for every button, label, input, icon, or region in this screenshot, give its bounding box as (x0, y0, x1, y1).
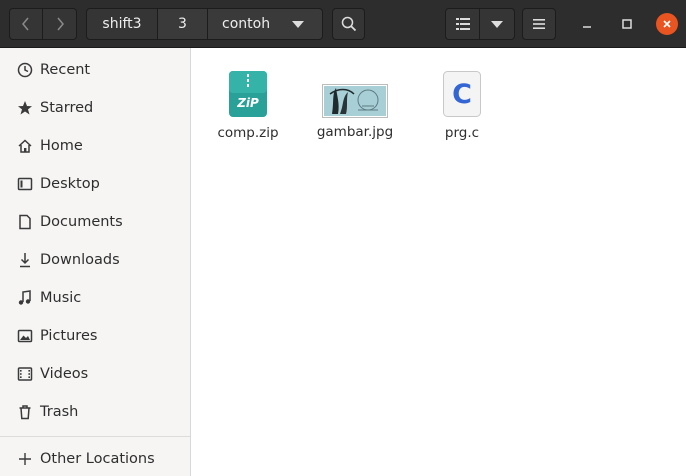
sidebar-item-starred[interactable]: Starred (0, 89, 190, 127)
file-name: gambar.jpg (316, 124, 394, 140)
sidebar-item-label: Pictures (40, 328, 98, 344)
minimize-icon (583, 26, 591, 28)
hamburger-menu-icon (533, 19, 545, 29)
forward-button[interactable] (43, 8, 77, 40)
file-item-prg-c[interactable]: C prg.c (412, 70, 512, 141)
sidebar-item-downloads[interactable]: Downloads (0, 241, 190, 279)
sidebar-item-documents[interactable]: Documents (0, 203, 190, 241)
c-source-file-icon: C (443, 71, 481, 117)
sidebar-item-label: Documents (40, 214, 123, 230)
search-button[interactable] (332, 8, 365, 40)
menu-button[interactable] (522, 8, 556, 40)
minimize-button[interactable] (576, 13, 598, 35)
header-bar: shift3 3 contoh (0, 0, 686, 48)
clock-icon (13, 62, 37, 78)
chevron-down-icon (292, 21, 304, 28)
sidebar-divider (0, 436, 190, 437)
sidebar-item-label: Trash (40, 404, 79, 420)
sidebar-item-recent[interactable]: Recent (0, 51, 190, 89)
maximize-button[interactable] (616, 13, 638, 35)
file-item-comp-zip[interactable]: ZiP comp.zip (198, 70, 298, 141)
sidebar-item-desktop[interactable]: Desktop (0, 165, 190, 203)
back-button[interactable] (9, 8, 43, 40)
desktop-icon (13, 176, 37, 192)
trash-icon (13, 404, 37, 420)
zip-file-icon: ZiP (229, 71, 267, 117)
sidebar-item-label: Starred (40, 100, 94, 116)
close-button[interactable] (656, 13, 678, 35)
file-view: ZiP comp.zip gambar.jpg C prg.c (191, 48, 686, 476)
chevron-right-icon (56, 17, 64, 31)
breadcrumb-label: contoh (222, 16, 271, 32)
sidebar-item-label: Videos (40, 366, 89, 382)
close-icon (663, 20, 671, 28)
sidebar-item-videos[interactable]: Videos (0, 355, 190, 393)
sidebar-item-label: Recent (40, 62, 91, 78)
sidebar-item-label: Downloads (40, 252, 120, 268)
view-options-button[interactable] (480, 8, 515, 40)
sidebar-item-pictures[interactable]: Pictures (0, 317, 190, 355)
breadcrumb-3[interactable]: 3 (158, 8, 208, 40)
maximize-icon (622, 19, 632, 29)
image-thumbnail-icon (322, 84, 388, 118)
sidebar-item-label: Desktop (40, 176, 100, 192)
breadcrumb-label: 3 (178, 16, 187, 32)
sidebar-item-home[interactable]: Home (0, 127, 190, 165)
breadcrumb-label: shift3 (102, 16, 142, 32)
file-name: prg.c (444, 125, 480, 141)
music-icon (13, 290, 37, 306)
sidebar-item-other-locations[interactable]: Other Locations (0, 440, 190, 476)
star-icon (13, 100, 37, 116)
file-name: comp.zip (217, 125, 279, 141)
videos-icon (13, 366, 37, 382)
chevron-left-icon (22, 17, 29, 31)
list-view-button[interactable] (445, 8, 480, 40)
sidebar-item-label: Music (40, 290, 82, 306)
home-icon (13, 138, 37, 154)
file-manager-window: shift3 3 contoh Recent Starred Home Desk… (0, 0, 686, 476)
chevron-down-icon (491, 20, 503, 28)
c-icon-text: C (452, 79, 472, 110)
list-view-icon (455, 18, 470, 30)
zip-icon-text: ZiP (236, 96, 259, 110)
breadcrumb-shift3[interactable]: shift3 (86, 8, 158, 40)
sidebar-item-music[interactable]: Music (0, 279, 190, 317)
download-icon (13, 252, 37, 268)
plus-icon (13, 452, 37, 466)
file-item-gambar-jpg[interactable]: gambar.jpg (305, 84, 405, 140)
search-icon (341, 16, 356, 32)
documents-icon (13, 214, 37, 230)
pictures-icon (13, 328, 37, 344)
sidebar: Recent Starred Home Desktop Documents Do… (0, 48, 191, 476)
sidebar-item-trash[interactable]: Trash (0, 393, 190, 431)
breadcrumb-contoh[interactable]: contoh (208, 8, 323, 40)
sidebar-item-label: Other Locations (40, 451, 155, 467)
sidebar-item-label: Home (40, 138, 83, 154)
